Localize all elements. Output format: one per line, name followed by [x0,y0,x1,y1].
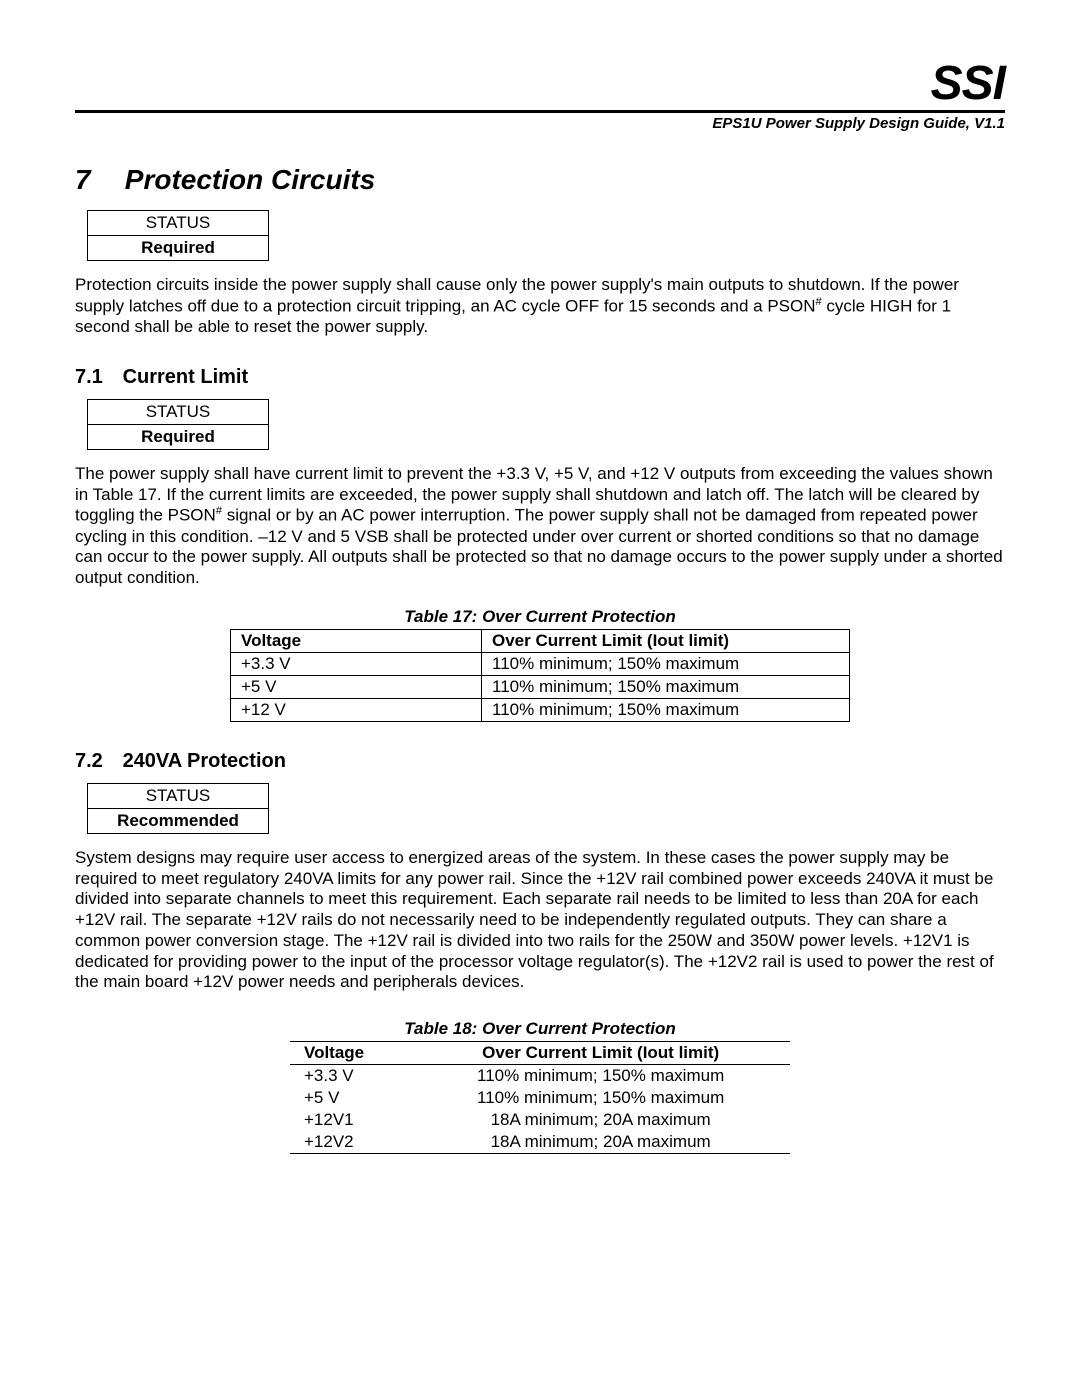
cell: 18A minimum; 20A maximum [411,1109,790,1131]
section-heading: 7 Protection Circuits [75,164,1005,196]
table17-caption: Table 17: Over Current Protection [230,607,850,627]
subsection-heading-72: 7.2 240VA Protection [75,750,1005,773]
status-value: Recommended [88,808,268,833]
status-label: STATUS [88,784,268,808]
cell: 110% minimum; 150% maximum [411,1087,790,1109]
table18-h1: Over Current Limit (Iout limit) [411,1042,790,1065]
section-title: Protection Circuits [125,164,375,195]
table-row: +3.3 V 110% minimum; 150% maximum [231,652,850,675]
table18-caption: Table 18: Over Current Protection [290,1019,790,1039]
header-rule [75,110,1005,113]
cell: +12 V [231,698,482,721]
table17-h1: Over Current Limit (Iout limit) [482,629,850,652]
subsection-heading-71: 7.1 Current Limit [75,366,1005,389]
table18-wrap: Table 18: Over Current Protection Voltag… [290,1019,790,1154]
doc-version: EPS1U Power Supply Design Guide, V1.1 [75,115,1005,132]
section-intro: Protection circuits inside the power sup… [75,275,1005,338]
status-label: STATUS [88,211,268,235]
subsection-title: Current Limit [123,366,249,388]
cell: 110% minimum; 150% maximum [482,652,850,675]
logo: SSI [75,60,1005,108]
table18: Voltage Over Current Limit (Iout limit) … [290,1041,790,1154]
cell: +5 V [290,1087,411,1109]
cell: 110% minimum; 150% maximum [482,675,850,698]
table17: Voltage Over Current Limit (Iout limit) … [230,629,850,722]
cell: 18A minimum; 20A maximum [411,1131,790,1154]
table-row: +12 V 110% minimum; 150% maximum [231,698,850,721]
table18-h0: Voltage [290,1042,411,1065]
table-row: +5 V 110% minimum; 150% maximum [231,675,850,698]
section-number: 7 [75,164,117,196]
status-label: STATUS [88,400,268,424]
status-box-section: STATUS Required [87,210,269,261]
status-value: Required [88,235,268,260]
cell: +5 V [231,675,482,698]
page: SSI EPS1U Power Supply Design Guide, V1.… [0,0,1080,1397]
table17-h0: Voltage [231,629,482,652]
cell: +3.3 V [290,1065,411,1088]
table17-wrap: Table 17: Over Current Protection Voltag… [230,607,850,722]
cell: 110% minimum; 150% maximum [411,1065,790,1088]
subsection-title: 240VA Protection [123,750,286,772]
table-row: +12V1 18A minimum; 20A maximum [290,1109,790,1131]
body-71: The power supply shall have current limi… [75,464,1005,589]
status-value: Required [88,424,268,449]
subsection-number: 7.1 [75,366,117,389]
status-box-72: STATUS Recommended [87,783,269,834]
cell: +12V2 [290,1131,411,1154]
status-box-71: STATUS Required [87,399,269,450]
body-72: System designs may require user access t… [75,848,1005,993]
table-row: +12V2 18A minimum; 20A maximum [290,1131,790,1154]
cell: 110% minimum; 150% maximum [482,698,850,721]
subsection-number: 7.2 [75,750,117,773]
table-row: +3.3 V 110% minimum; 150% maximum [290,1065,790,1088]
cell: +3.3 V [231,652,482,675]
cell: +12V1 [290,1109,411,1131]
table-row: +5 V 110% minimum; 150% maximum [290,1087,790,1109]
